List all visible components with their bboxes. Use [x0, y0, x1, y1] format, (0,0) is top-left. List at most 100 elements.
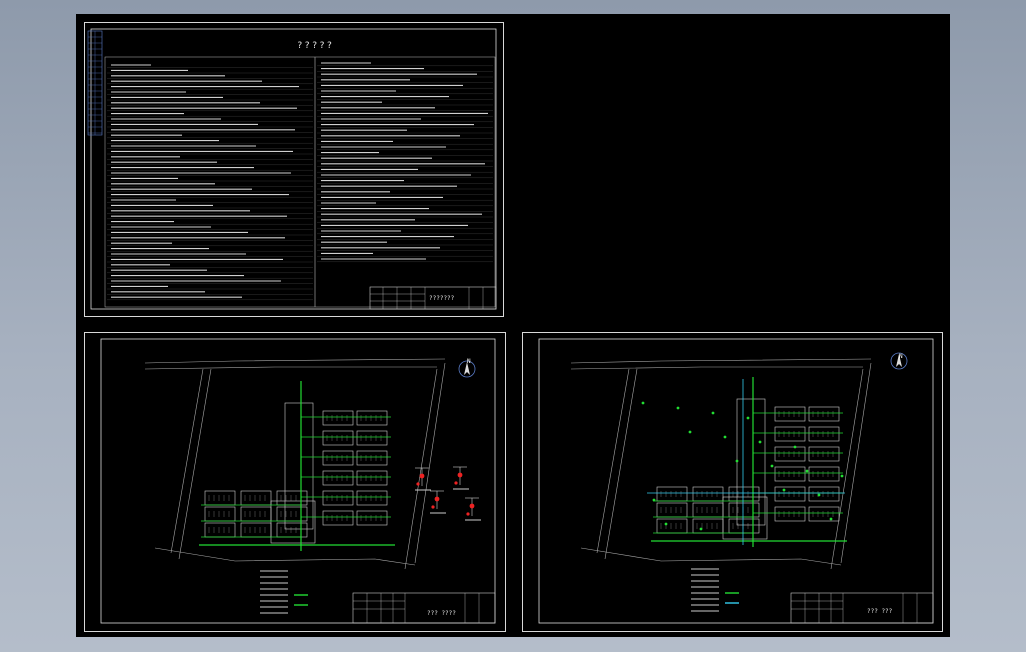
notes-drawing [87, 28, 497, 310]
inner-frame [100, 338, 496, 624]
building-block [356, 430, 388, 446]
building-block [692, 518, 724, 534]
valve-icon [469, 503, 475, 509]
title-block [790, 592, 934, 624]
manhole-icon [793, 445, 797, 449]
building-block [322, 470, 354, 486]
valve-icon [419, 473, 425, 479]
corridor [284, 402, 314, 530]
road-line [414, 362, 446, 564]
building-block [240, 506, 272, 522]
notes-title: ????? [297, 41, 335, 51]
building-block [204, 522, 236, 538]
building-block [692, 502, 724, 518]
manhole-icon [735, 459, 739, 463]
valve-icon [434, 496, 440, 502]
building-block [656, 486, 688, 502]
valve-icon [416, 482, 420, 486]
inner-frame [538, 338, 934, 624]
building-block [322, 450, 354, 466]
building-block [356, 410, 388, 426]
title-block [352, 592, 496, 624]
manhole-icon [711, 411, 715, 415]
valve-icon [457, 472, 463, 478]
corridor [736, 398, 766, 526]
building-block [322, 510, 354, 526]
sheet-drainage-plan[interactable]: N ??? ??? [522, 332, 943, 632]
building-block [774, 466, 806, 482]
building-block [808, 426, 840, 442]
manhole-icon [676, 406, 680, 410]
road-line [144, 366, 437, 370]
building-block [774, 506, 806, 522]
manhole-icon [817, 493, 821, 497]
valve-icon [466, 512, 470, 516]
building-block [356, 450, 388, 466]
building-block [276, 522, 308, 538]
road-line [596, 368, 630, 554]
building-block [240, 522, 272, 538]
building-block [774, 446, 806, 462]
road-line [404, 368, 438, 570]
valve-icon [431, 505, 435, 509]
manhole-icon [641, 401, 645, 405]
building-block [774, 426, 806, 442]
manhole-icon [746, 416, 750, 420]
manhole-icon [805, 469, 809, 473]
building-block [356, 510, 388, 526]
plan-2-title-block-name: ??? ??? [867, 608, 893, 615]
building-block [276, 506, 308, 522]
manhole-icon [688, 430, 692, 434]
manhole-icon [699, 527, 703, 531]
manhole-icon [840, 474, 844, 478]
building-block [774, 406, 806, 422]
road-line [580, 547, 842, 566]
plan-drawing-2 [538, 338, 934, 624]
road-line [570, 366, 863, 370]
manhole-icon [652, 498, 656, 502]
building-block [240, 490, 272, 506]
plan-1-title-block-name: ??? ???? [427, 610, 456, 617]
road-line [170, 368, 204, 554]
building-block [808, 486, 840, 502]
building-block [692, 486, 724, 502]
building-block [322, 490, 354, 506]
manhole-icon [782, 488, 786, 492]
road-line [570, 358, 872, 364]
building-block [774, 486, 806, 502]
cad-viewport[interactable]: ????? ??????? N ??? ???? N ??? ??? [76, 14, 950, 637]
plan-drawing-1 [100, 338, 496, 624]
road-line [178, 368, 212, 560]
building-block [656, 502, 688, 518]
manhole-icon [758, 440, 762, 444]
north-label: N [467, 358, 471, 365]
road-line [604, 368, 638, 560]
building-block [808, 446, 840, 462]
building-block [728, 486, 760, 502]
manhole-icon [770, 464, 774, 468]
road-line [840, 362, 872, 564]
building-block [356, 470, 388, 486]
sheet-water-supply-plan[interactable]: N ??? ???? [84, 332, 506, 632]
building-block [808, 466, 840, 482]
manhole-icon [664, 522, 668, 526]
manhole-icon [723, 435, 727, 439]
building-block [322, 410, 354, 426]
road-line [830, 368, 864, 570]
sheet-design-notes[interactable]: ????? ??????? [84, 22, 504, 317]
road-line [144, 358, 446, 364]
building-block [356, 490, 388, 506]
building-block [204, 490, 236, 506]
building-block [808, 406, 840, 422]
building-block [204, 506, 236, 522]
inner-frame [90, 28, 497, 310]
building-block [728, 518, 760, 534]
valve-icon [454, 481, 458, 485]
road-line [154, 547, 416, 566]
north-label: N [899, 353, 903, 360]
building-block [808, 506, 840, 522]
building-block [656, 518, 688, 534]
building-block [728, 502, 760, 518]
manhole-icon [829, 517, 833, 521]
building-block [276, 490, 308, 506]
